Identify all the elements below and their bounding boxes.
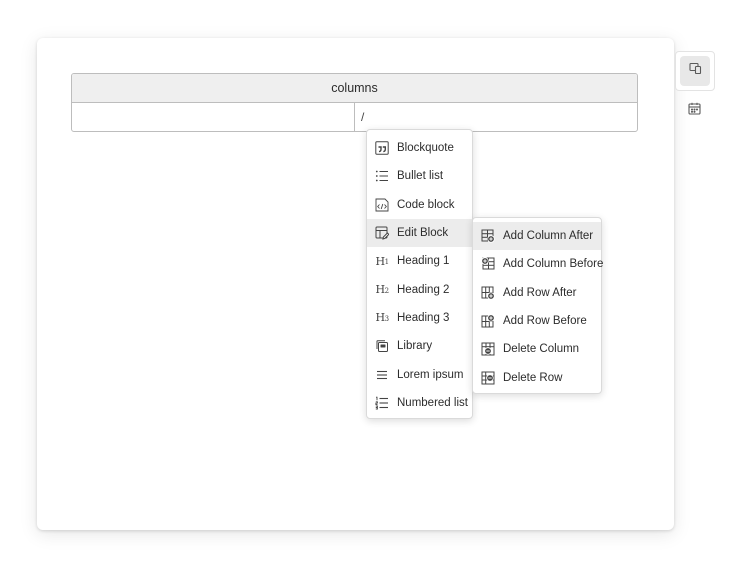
- devices-button[interactable]: [680, 56, 710, 86]
- menu-item-label: Lorem ipsum: [397, 368, 464, 381]
- block-header: columns: [72, 74, 637, 103]
- menu-item-label: Heading 3: [397, 311, 450, 324]
- menu-item-label: Heading 1: [397, 255, 450, 268]
- text-lines-icon: [375, 368, 389, 382]
- menu-item-label: Delete Row: [503, 371, 563, 384]
- menu-item-code-block[interactable]: Code block: [367, 191, 472, 219]
- block-cell-right[interactable]: /: [355, 103, 637, 131]
- menu-item-label: Edit Block: [397, 227, 449, 240]
- menu-item-add-row-before[interactable]: Add Row Before: [473, 307, 601, 335]
- numbered-list-icon: [375, 396, 389, 410]
- menu-item-edit-block[interactable]: Edit Block: [367, 218, 472, 248]
- menu-item-heading-2[interactable]: H2 Heading 2: [367, 275, 472, 303]
- menu-item-delete-row[interactable]: Delete Row: [473, 363, 601, 391]
- menu-item-label: Add Row Before: [503, 315, 587, 328]
- block-cell-left[interactable]: [72, 103, 355, 131]
- code-block-icon: [375, 198, 389, 212]
- menu-item-label: Numbered list: [397, 396, 468, 409]
- add-row-before-icon: [481, 314, 495, 328]
- heading-2-icon: H2: [375, 283, 389, 297]
- menu-item-label: Blockquote: [397, 142, 454, 155]
- heading-3-icon: H3: [375, 311, 389, 325]
- edit-block-icon: [375, 226, 389, 240]
- side-toolbar: [675, 51, 715, 91]
- menu-item-label: Bullet list: [397, 170, 444, 183]
- menu-item-label: Add Column After: [503, 230, 594, 243]
- slash-command-menu: Blockquote Bullet list Code block Edit B…: [366, 129, 473, 419]
- menu-item-add-row-after[interactable]: Add Row After: [473, 279, 601, 307]
- menu-item-heading-1[interactable]: H1 Heading 1: [367, 247, 472, 275]
- menu-item-label: Code block: [397, 198, 455, 211]
- add-column-before-icon: [481, 257, 495, 271]
- delete-column-icon: [481, 342, 495, 356]
- devices-icon: [688, 62, 702, 80]
- menu-item-delete-column[interactable]: Delete Column: [473, 335, 601, 363]
- menu-item-label: Library: [397, 340, 433, 353]
- slash-command-text: /: [361, 110, 365, 124]
- block-row: /: [72, 103, 637, 131]
- calendar-button[interactable]: [679, 96, 709, 126]
- calendar-icon: [687, 102, 701, 120]
- menu-item-label: Add Row After: [503, 286, 577, 299]
- delete-row-icon: [481, 371, 495, 385]
- menu-item-label: Heading 2: [397, 283, 450, 296]
- menu-item-add-column-after[interactable]: Add Column After: [473, 222, 601, 251]
- menu-item-bullet-list[interactable]: Bullet list: [367, 162, 472, 190]
- menu-item-label: Add Column Before: [503, 258, 604, 271]
- menu-item-add-column-before[interactable]: Add Column Before: [473, 250, 604, 278]
- edit-block-submenu: Add Column After Add Column Before Add R…: [472, 217, 604, 394]
- menu-item-library[interactable]: Library: [367, 332, 472, 360]
- columns-block[interactable]: columns /: [71, 73, 638, 132]
- add-column-after-icon: [481, 229, 495, 243]
- menu-item-lorem-ipsum[interactable]: Lorem ipsum: [367, 360, 472, 388]
- menu-item-blockquote[interactable]: Blockquote: [367, 134, 472, 162]
- heading-1-icon: H1: [375, 254, 389, 268]
- menu-item-heading-3[interactable]: H3 Heading 3: [367, 304, 472, 332]
- add-row-after-icon: [481, 286, 495, 300]
- menu-item-label: Delete Column: [503, 343, 580, 356]
- quote-icon: [375, 141, 389, 155]
- library-icon: [375, 339, 389, 353]
- bullet-list-icon: [375, 169, 389, 183]
- menu-item-numbered-list[interactable]: Numbered list: [367, 389, 472, 417]
